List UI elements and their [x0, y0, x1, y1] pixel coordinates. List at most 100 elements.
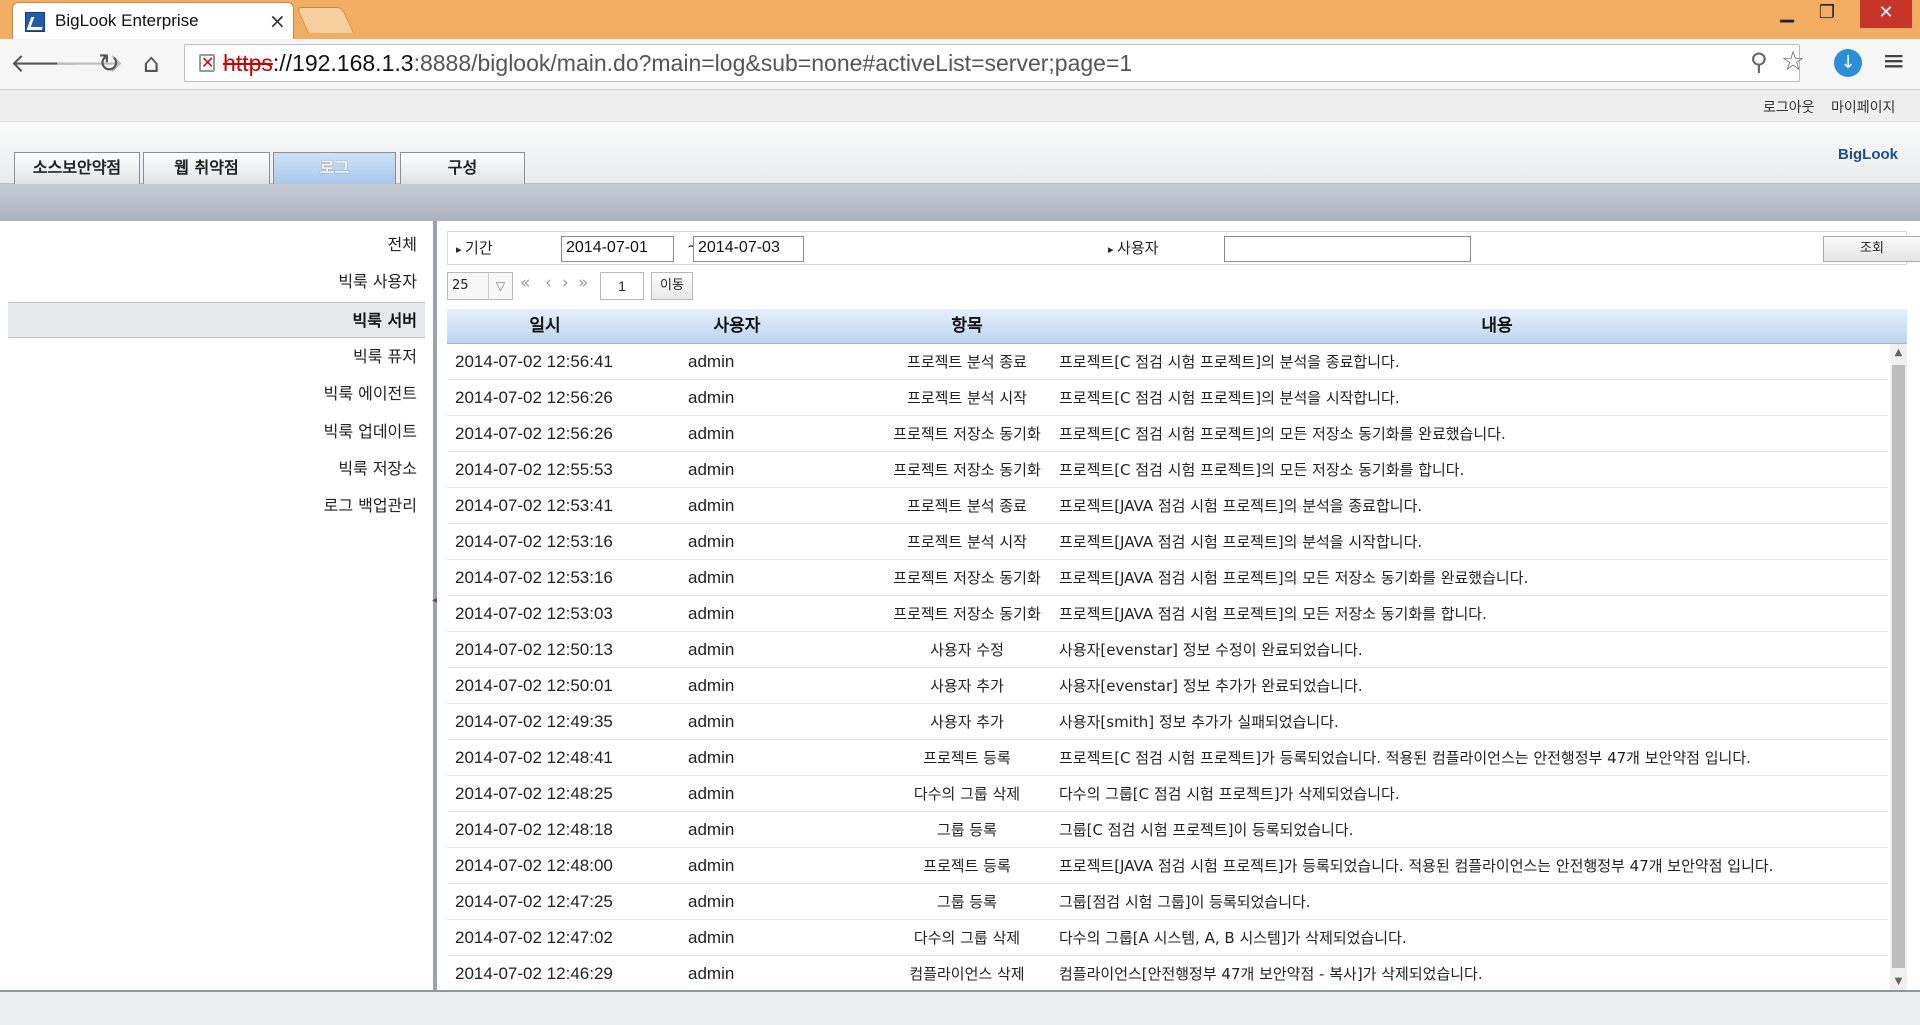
tab-config[interactable]: 구성	[400, 152, 525, 184]
cell-content: 그룹[C 점검 시험 프로젝트]이 등록되었습니다.	[1059, 821, 1354, 839]
cell-user: admin	[688, 676, 735, 695]
mypage-link[interactable]: 마이페이지	[1831, 97, 1895, 117]
cell-date: 2014-07-02 12:50:13	[455, 640, 613, 659]
sidebar-item-log-backup[interactable]: 로그 백업관리	[0, 488, 425, 524]
new-tab-button[interactable]	[295, 7, 355, 33]
sidebar-item-update[interactable]: 빅룩 업데이트	[0, 414, 425, 450]
vertical-scrollbar[interactable]: ▲ ▼	[1890, 344, 1907, 990]
sidebar-item-repository[interactable]: 빅룩 저장소	[0, 451, 425, 487]
close-window-button[interactable]: ✕	[1860, 0, 1912, 28]
cell-date: 2014-07-02 12:47:25	[455, 892, 613, 911]
cell-user: admin	[688, 532, 735, 551]
table-row[interactable]: 2014-07-02 12:56:26 admin 프로젝트 저장소 동기화 프로젝트…	[447, 416, 1888, 452]
cell-user: admin	[688, 928, 735, 947]
table-row[interactable]: 2014-07-02 12:48:00 admin 프로젝트 등록 프로젝트[JAVA…	[447, 848, 1888, 884]
first-page-icon[interactable]: «	[520, 273, 530, 293]
bookmark-star-icon[interactable]: ☆	[1781, 46, 1805, 77]
tab-log[interactable]: 로그	[273, 152, 396, 184]
date-from-input[interactable]: 2014-07-01	[561, 236, 674, 262]
address-bar[interactable]: https://192.168.1.3:8888/biglook/main.do…	[184, 44, 1805, 82]
page-size-select[interactable]: 25 ▽	[447, 272, 513, 300]
filter-bar: 기간 2014-07-01 ~ 2014-07-03 사용자 조회	[447, 231, 1920, 265]
search-icon[interactable]: ⚲	[1750, 48, 1768, 76]
scroll-up-icon[interactable]: ▲	[1890, 344, 1907, 361]
column-header-content[interactable]: 내용	[1147, 309, 1847, 344]
table-row[interactable]: 2014-07-02 12:53:41 admin 프로젝트 분석 종료 프로젝트[J…	[447, 488, 1888, 524]
sidebar-item-agent[interactable]: 빅룩 에이전트	[0, 376, 425, 412]
cell-date: 2014-07-02 12:48:25	[455, 784, 613, 803]
home-icon[interactable]: ⌂	[143, 49, 160, 79]
cell-content: 프로젝트[JAVA 점검 시험 프로젝트]의 모든 저장소 동기화를 완료했습니…	[1059, 569, 1529, 587]
url-text[interactable]: https://192.168.1.3:8888/biglook/main.do…	[223, 50, 1132, 77]
cell-date: 2014-07-02 12:47:02	[455, 928, 613, 947]
table-row[interactable]: 2014-07-02 12:47:25 admin 그룹 등록 그룹[점검 시험 그룹…	[447, 884, 1888, 920]
grid-body: 2014-07-02 12:56:41 admin 프로젝트 분석 종료 프로젝트[C…	[447, 344, 1888, 990]
cell-content: 프로젝트[C 점검 시험 프로젝트]의 분석을 시작합니다.	[1059, 389, 1400, 407]
table-row[interactable]: 2014-07-02 12:53:16 admin 프로젝트 저장소 동기화 프로젝트…	[447, 560, 1888, 596]
cell-user: admin	[688, 388, 735, 407]
cell-content: 프로젝트[JAVA 점검 시험 프로젝트]의 분석을 시작합니다.	[1059, 533, 1423, 551]
browser-tab[interactable]: BigLook Enterprise ×	[12, 2, 294, 39]
cell-content: 프로젝트[C 점검 시험 프로젝트]의 모든 저장소 동기화를 합니다.	[1059, 461, 1465, 479]
cell-content: 프로젝트[JAVA 점검 시험 프로젝트]의 분석을 종료합니다.	[1059, 497, 1423, 515]
prev-page-icon[interactable]: ‹	[545, 273, 552, 293]
cell-content: 프로젝트[C 점검 시험 프로젝트]의 모든 저장소 동기화를 완료했습니다.	[1059, 425, 1506, 443]
column-header-date[interactable]: 일시	[455, 309, 635, 344]
cell-user: admin	[688, 964, 735, 983]
cell-content: 프로젝트[JAVA 점검 시험 프로젝트]가 등록되었습니다. 적용된 컴플라이…	[1059, 857, 1774, 875]
cell-content: 다수의 그룹[A 시스템, A, B 시스템]가 삭제되었습니다.	[1059, 929, 1407, 947]
table-row[interactable]: 2014-07-02 12:53:16 admin 프로젝트 분석 시작 프로젝트[J…	[447, 524, 1888, 560]
table-row[interactable]: 2014-07-02 12:49:35 admin 사용자 추가 사용자[smith]…	[447, 704, 1888, 740]
table-row[interactable]: 2014-07-02 12:47:02 admin 다수의 그룹 삭제 다수의 그룹[…	[447, 920, 1888, 956]
user-input[interactable]	[1224, 236, 1471, 262]
app-header: 소스보안약점 웹 취약점 로그 구성 BigLook	[0, 122, 1920, 184]
table-row[interactable]: 2014-07-02 12:50:01 admin 사용자 추가 사용자[evenst…	[447, 668, 1888, 704]
page-number-input[interactable]: 1	[600, 272, 644, 300]
table-row[interactable]: 2014-07-02 12:48:41 admin 프로젝트 등록 프로젝트[C 점검…	[447, 740, 1888, 776]
tab-web-vulnerability[interactable]: 웹 취약점	[143, 152, 270, 184]
search-button[interactable]: 조회	[1823, 236, 1920, 262]
logout-link[interactable]: 로그아웃	[1763, 97, 1815, 117]
tab-close-icon[interactable]: ×	[269, 9, 286, 33]
cell-date: 2014-07-02 12:48:18	[455, 820, 613, 839]
cell-user: admin	[688, 496, 735, 515]
maximize-button[interactable]: ❐	[1812, 0, 1842, 26]
app-top-bar: 로그아웃 마이페이지	[0, 90, 1920, 122]
cell-content: 프로젝트[JAVA 점검 시험 프로젝트]의 모든 저장소 동기화를 합니다.	[1059, 605, 1487, 623]
sidebar-item-users[interactable]: 빅룩 사용자	[0, 264, 425, 300]
table-row[interactable]: 2014-07-02 12:55:53 admin 프로젝트 저장소 동기화 프로젝트…	[447, 452, 1888, 488]
cell-user: admin	[688, 424, 735, 443]
cell-date: 2014-07-02 12:48:00	[455, 856, 613, 875]
go-page-button[interactable]: 이동	[651, 272, 693, 300]
scrollbar-thumb[interactable]	[1892, 365, 1905, 968]
column-header-user[interactable]: 사용자	[672, 309, 802, 344]
sidebar-item-fuser[interactable]: 빅룩 퓨저	[0, 339, 425, 375]
column-header-item[interactable]: 항목	[817, 309, 1117, 344]
reload-icon[interactable]: ↻	[98, 49, 120, 79]
chevron-down-icon[interactable]: ▽	[488, 273, 512, 299]
cell-date: 2014-07-02 12:48:41	[455, 748, 613, 767]
table-row[interactable]: 2014-07-02 12:48:25 admin 다수의 그룹 삭제 다수의 그룹[…	[447, 776, 1888, 812]
date-to-input[interactable]: 2014-07-03	[693, 236, 804, 262]
last-page-icon[interactable]: »	[578, 273, 588, 293]
cell-date: 2014-07-02 12:46:29	[455, 964, 613, 983]
table-row[interactable]: 2014-07-02 12:56:26 admin 프로젝트 분석 시작 프로젝트[C…	[447, 380, 1888, 416]
table-row[interactable]: 2014-07-02 12:50:13 admin 사용자 수정 사용자[evenst…	[447, 632, 1888, 668]
table-row[interactable]: 2014-07-02 12:56:41 admin 프로젝트 분석 종료 프로젝트[C…	[447, 344, 1888, 380]
table-row[interactable]: 2014-07-02 12:53:03 admin 프로젝트 저장소 동기화 프로젝트…	[447, 596, 1888, 632]
minimize-button[interactable]: ▁	[1772, 0, 1802, 26]
download-extension-icon[interactable]: ↓	[1834, 49, 1862, 77]
cell-date: 2014-07-02 12:56:41	[455, 352, 613, 371]
next-page-icon[interactable]: ›	[562, 273, 569, 293]
grid-header: 일시 사용자 항목 내용	[447, 309, 1907, 344]
sidebar-item-server[interactable]: 빅룩 서버	[8, 302, 425, 338]
scroll-down-icon[interactable]: ▼	[1890, 973, 1907, 990]
table-row[interactable]: 2014-07-02 12:46:29 admin 컴플라이언스 삭제 컴플라이언스[…	[447, 956, 1888, 990]
cell-user: admin	[688, 712, 735, 731]
tab-source-weakness[interactable]: 소스보안약점	[14, 152, 140, 184]
cell-date: 2014-07-02 12:56:26	[455, 388, 613, 407]
menu-icon[interactable]: ≡	[1882, 44, 1905, 77]
table-row[interactable]: 2014-07-02 12:48:18 admin 그룹 등록 그룹[C 점검 시험 …	[447, 812, 1888, 848]
sidebar-item-all[interactable]: 전체	[0, 227, 425, 263]
cell-content: 사용자[evenstar] 정보 수정이 완료되었습니다.	[1059, 641, 1363, 659]
